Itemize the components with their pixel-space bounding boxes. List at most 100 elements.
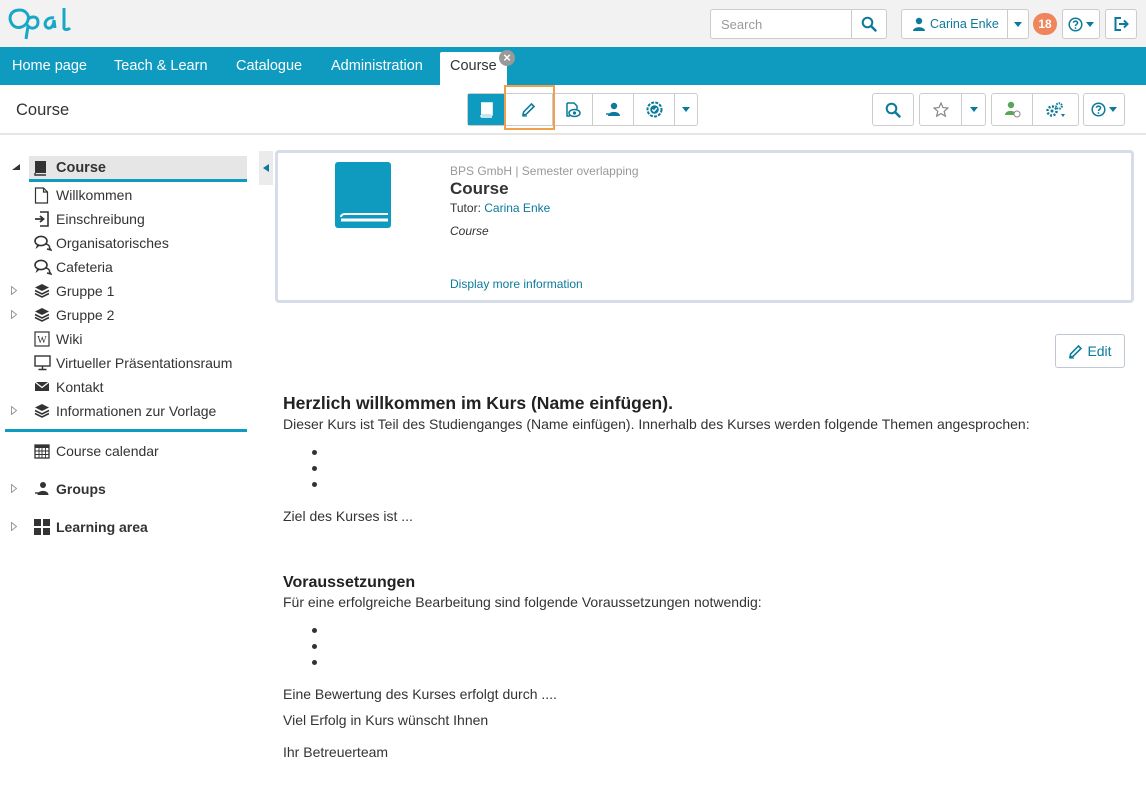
layers-icon	[34, 283, 50, 298]
course-info-box: BPS GmbH | Semester overlapping Course T…	[275, 150, 1134, 303]
settings-group	[991, 93, 1079, 126]
star-icon	[932, 102, 949, 117]
course-view-button[interactable]	[468, 94, 505, 125]
user-rights-button[interactable]	[992, 94, 1033, 125]
list-bullet	[312, 482, 317, 487]
forum-icon	[34, 259, 52, 275]
tree-item-cafeteria[interactable]: Cafeteria	[0, 256, 260, 278]
caret-down-icon	[969, 107, 978, 112]
assessment-icon	[646, 101, 662, 118]
prerequisites-text: Für eine erfolgreiche Bearbeitung sind f…	[283, 594, 762, 610]
course-settings-button[interactable]	[1033, 94, 1078, 125]
logout-icon	[1114, 17, 1129, 31]
wiki-icon: W	[34, 331, 50, 347]
display-more-information-link[interactable]: Display more information	[450, 277, 583, 291]
tree-item-informationen[interactable]: Informationen zur Vorlage	[0, 400, 260, 422]
tree-item-course-calendar[interactable]: Course calendar	[0, 440, 260, 462]
nav-tab-catalogue[interactable]: Catalogue	[236, 47, 302, 85]
intro-text: Dieser Kurs ist Teil des Studienganges (…	[283, 416, 1030, 432]
tree-item-groups[interactable]: Groups	[0, 478, 260, 500]
caret-down-icon	[1014, 21, 1023, 27]
sidebar-collapse-handle[interactable]	[259, 151, 273, 185]
caret-left-icon	[263, 164, 269, 172]
members-icon	[605, 102, 620, 116]
user-name: Carina Enke	[930, 17, 999, 31]
caret-down-icon	[682, 107, 690, 112]
course-help-group	[1083, 93, 1125, 126]
user-name-button[interactable]: Carina Enke	[902, 10, 1007, 38]
tree-item-praesentationsraum[interactable]: Virtueller Präsentationsraum	[0, 352, 260, 374]
caret-down-icon	[1086, 21, 1094, 27]
course-tutor: Tutor: Carina Enke	[450, 201, 551, 215]
envelope-icon	[34, 379, 50, 393]
assessment-button[interactable]	[634, 94, 675, 125]
pencil-icon	[1069, 344, 1083, 359]
tutor-link[interactable]: Carina Enke	[484, 201, 550, 215]
tree-item-organisatorisches[interactable]: Organisatorisches	[0, 232, 260, 254]
favorite-dropdown[interactable]	[962, 94, 985, 125]
course-view-toolbar	[467, 93, 698, 126]
tree-item-kontakt[interactable]: Kontakt	[0, 376, 260, 398]
highlight-frame	[504, 85, 555, 130]
page-icon	[34, 187, 49, 204]
user-menu-button[interactable]: Carina Enke	[901, 9, 1029, 39]
layers-icon	[34, 403, 50, 418]
collapse-triangle-icon[interactable]	[12, 164, 20, 171]
tree-item-wiki[interactable]: W Wiki	[0, 328, 260, 350]
tree-item-einschreibung[interactable]: Einschreibung	[0, 208, 260, 230]
user-dropdown-toggle[interactable]	[1007, 10, 1028, 38]
more-tools-dropdown[interactable]	[675, 94, 697, 125]
layers-icon	[34, 307, 50, 322]
tree-separator	[5, 429, 247, 432]
help-icon	[1068, 16, 1083, 32]
expand-triangle-icon[interactable]	[11, 406, 17, 415]
course-navigation-tree: Course Willkommen Einschreibung Organisa…	[0, 136, 260, 790]
list-bullet	[312, 660, 317, 665]
monitor-icon	[34, 355, 51, 371]
tree-item-gruppe-2[interactable]: Gruppe 2	[0, 304, 260, 326]
preview-button[interactable]	[553, 94, 593, 125]
help-icon	[1091, 102, 1106, 117]
wish-text: Viel Erfolg in Kurs wünscht Ihnen	[283, 712, 489, 728]
grid-icon	[34, 519, 50, 535]
expand-triangle-icon[interactable]	[11, 484, 17, 493]
expand-triangle-icon[interactable]	[11, 310, 17, 319]
book-icon	[480, 101, 493, 118]
gears-icon	[1045, 101, 1065, 117]
nav-tab-administration[interactable]: Administration	[331, 47, 423, 85]
signature-text: Ihr Betreuerteam	[283, 744, 389, 760]
tree-root-course[interactable]: Course	[29, 156, 247, 182]
edit-button[interactable]: Edit	[1055, 334, 1125, 368]
expand-triangle-icon[interactable]	[11, 522, 17, 531]
expand-triangle-icon[interactable]	[11, 286, 17, 295]
nav-tab-teach-learn[interactable]: Teach & Learn	[114, 47, 208, 85]
logout-button[interactable]	[1105, 9, 1137, 39]
tree-item-learning-area[interactable]: Learning area	[0, 516, 260, 538]
forum-icon	[34, 235, 52, 251]
tree-item-willkommen[interactable]: Willkommen	[0, 184, 260, 206]
favorite-group	[919, 93, 986, 126]
opal-logo[interactable]	[6, 6, 78, 40]
favorite-button[interactable]	[920, 94, 962, 125]
preview-icon	[566, 101, 581, 117]
list-bullet	[312, 628, 317, 633]
goal-text: Ziel des Kurses ist ...	[283, 508, 413, 524]
close-tab-icon[interactable]: ×	[499, 50, 515, 66]
svg-text:W: W	[37, 335, 47, 346]
search-input[interactable]	[711, 10, 852, 38]
tree-item-gruppe-1[interactable]: Gruppe 1	[0, 280, 260, 302]
nav-tab-course[interactable]: Course	[440, 52, 507, 85]
list-bullet	[312, 450, 317, 455]
caret-down-icon	[1109, 107, 1117, 112]
notification-badge[interactable]: 18	[1033, 13, 1057, 35]
course-search-button[interactable]	[873, 94, 913, 125]
top-bar: Carina Enke 18	[0, 0, 1146, 47]
book-icon	[34, 161, 46, 176]
welcome-heading: Herzlich willkommen im Kurs (Name einfüg…	[283, 393, 673, 413]
course-search-group	[872, 93, 914, 126]
members-button[interactable]	[593, 94, 634, 125]
help-menu-button[interactable]	[1062, 9, 1100, 39]
course-help-button[interactable]	[1084, 94, 1124, 125]
nav-tab-home[interactable]: Home page	[12, 47, 87, 85]
search-button[interactable]	[851, 10, 886, 38]
